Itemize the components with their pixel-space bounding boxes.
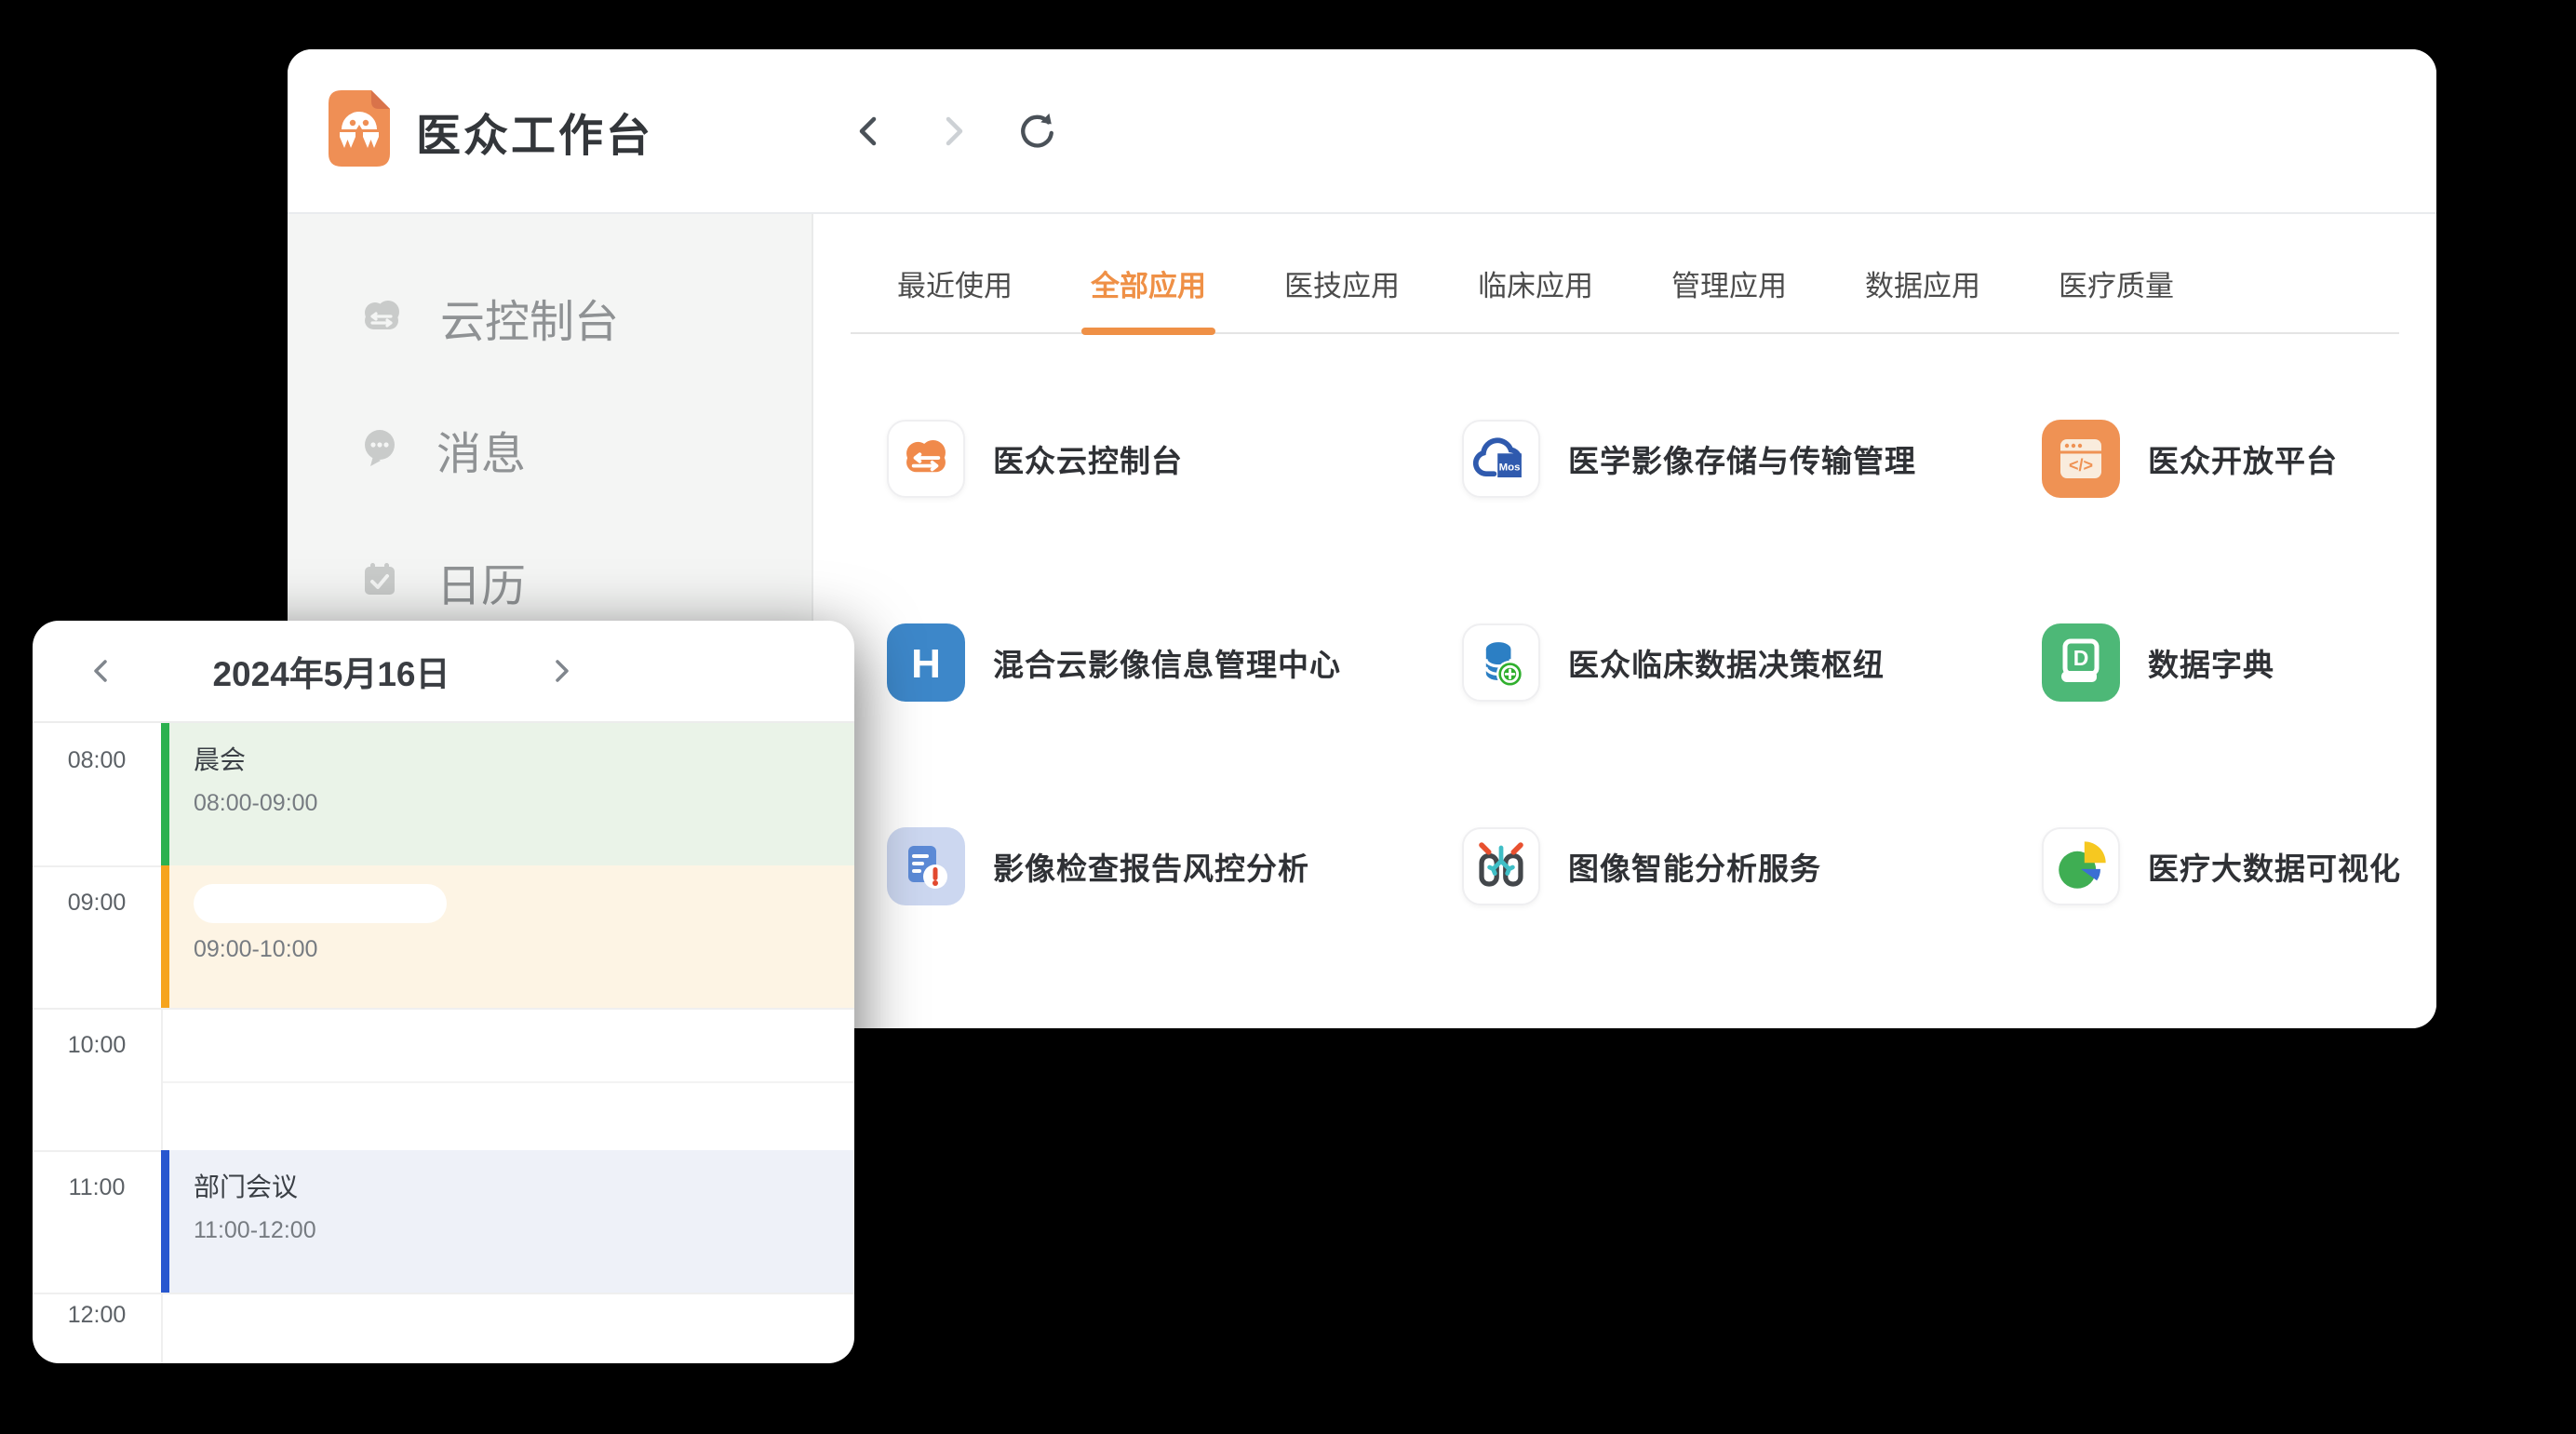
database-plus-icon [1462, 623, 1540, 702]
calendar-event-morning-meeting[interactable]: 晨会 08:00-09:00 [161, 723, 854, 865]
tab-clinical[interactable]: 临床应用 [1459, 262, 1612, 332]
app-label: 数据字典 [2148, 640, 2274, 685]
sidebar-item-messages[interactable]: 消息 [288, 383, 812, 516]
event-title: 晨会 [194, 740, 854, 777]
forward-icon[interactable] [932, 111, 973, 152]
event-time: 09:00-10:00 [194, 936, 854, 963]
sidebar-item-label: 消息 [436, 417, 526, 482]
calendar-day-view: 08:00 09:00 10:00 11:00 12:00 晨会 08:00-0… [33, 723, 854, 1363]
lungs-icon [1462, 827, 1540, 905]
message-bubble-icon [358, 426, 401, 474]
calendar-date-label: 2024年5月16日 [122, 646, 541, 696]
app-data-dictionary[interactable]: D 数据字典 [2042, 560, 2436, 764]
hour-label: 11:00 [33, 1174, 161, 1201]
letter-h-icon: H [887, 623, 965, 702]
cloud-settings-icon [358, 294, 405, 342]
tab-data[interactable]: 数据应用 [1846, 262, 1999, 332]
report-alert-icon [887, 827, 965, 905]
half-hour-gridline [163, 1081, 854, 1083]
app-hybrid-cloud-center[interactable]: H 混合云影像信息管理中心 [887, 560, 1462, 764]
calendar-panel: 2024年5月16日 08:00 09:00 10:00 11:00 12:00… [33, 621, 854, 1363]
calendar-event-redacted[interactable]: 09:00-10:00 [161, 865, 854, 1008]
code-window-icon: </> [2042, 420, 2120, 498]
app-label: 医学影像存储与传输管理 [1568, 436, 1916, 481]
app-grid: 医众云控制台 Mos 医学影像存储与传输管理 [813, 334, 2436, 968]
event-title-redacted-pill [194, 884, 447, 923]
svg-text:H: H [911, 641, 941, 687]
app-big-data-visualization[interactable]: 医疗大数据可视化 [2042, 764, 2436, 968]
app-open-platform[interactable]: </> 医众开放平台 [2042, 356, 2436, 560]
app-image-storage[interactable]: Mos 医学影像存储与传输管理 [1462, 356, 2042, 560]
tab-medtech[interactable]: 医技应用 [1266, 262, 1418, 332]
svg-text:D: D [2073, 646, 2089, 670]
hour-label: 12:00 [33, 1302, 161, 1329]
mos-cloud-icon: Mos [1462, 420, 1540, 498]
app-image-ai-analysis[interactable]: 图像智能分析服务 [1462, 764, 2042, 968]
tab-management[interactable]: 管理应用 [1653, 262, 1805, 332]
hour-label: 10:00 [33, 1032, 161, 1059]
app-label: 医众开放平台 [2148, 436, 2338, 481]
calendar-prev-day-icon[interactable] [81, 650, 122, 691]
dictionary-book-icon: D [2042, 623, 2120, 702]
event-time: 08:00-09:00 [194, 790, 854, 817]
tab-all-apps[interactable]: 全部应用 [1072, 262, 1225, 332]
screen: 医众工作台 [0, 0, 2576, 1434]
sidebar-item-label: 日历 [436, 549, 526, 614]
window-header: 医众工作台 [288, 49, 2436, 214]
content-area: 最近使用 全部应用 医技应用 临床应用 管理应用 数据应用 医疗质量 [813, 214, 2436, 1028]
app-label: 影像检查报告风控分析 [993, 844, 1309, 889]
hour-gridline [33, 1008, 854, 1010]
app-title: 医众工作台 [416, 99, 653, 164]
refresh-icon[interactable] [1016, 111, 1057, 152]
app-label: 医众临床数据决策枢纽 [1568, 640, 1885, 685]
app-label: 混合云影像信息管理中心 [993, 640, 1341, 685]
app-cloud-console[interactable]: 医众云控制台 [887, 356, 1462, 560]
pie-chart-icon [2042, 827, 2120, 905]
app-clinical-data-hub[interactable]: 医众临床数据决策枢纽 [1462, 560, 2042, 764]
event-title: 部门会议 [194, 1167, 854, 1204]
calendar-event-department-meeting[interactable]: 部门会议 11:00-12:00 [161, 1150, 854, 1293]
calendar-next-day-icon[interactable] [541, 650, 582, 691]
sidebar-item-cloud-console[interactable]: 云控制台 [288, 251, 812, 383]
svg-text:</>: </> [2069, 456, 2093, 475]
tab-quality[interactable]: 医疗质量 [2040, 262, 2193, 332]
app-label: 图像智能分析服务 [1568, 844, 1821, 889]
app-logo-icon [329, 90, 390, 171]
nav-buttons [849, 111, 1057, 152]
svg-text:Mos: Mos [1499, 462, 1521, 473]
hour-gridline [33, 1293, 854, 1294]
tab-recent[interactable]: 最近使用 [879, 262, 1031, 332]
app-label: 医疗大数据可视化 [2148, 844, 2401, 889]
sidebar-item-label: 云控制台 [440, 285, 619, 350]
hour-label: 08:00 [33, 747, 161, 774]
event-time: 11:00-12:00 [194, 1217, 854, 1244]
app-label: 医众云控制台 [993, 436, 1183, 481]
calendar-check-icon [358, 558, 401, 606]
calendar-header: 2024年5月16日 [33, 621, 854, 723]
tab-bar: 最近使用 全部应用 医技应用 临床应用 管理应用 数据应用 医疗质量 [851, 214, 2399, 334]
orange-cloud-sliders-icon [887, 420, 965, 498]
hour-label: 09:00 [33, 890, 161, 917]
back-icon[interactable] [849, 111, 890, 152]
app-report-risk-analysis[interactable]: 影像检查报告风控分析 [887, 764, 1462, 968]
